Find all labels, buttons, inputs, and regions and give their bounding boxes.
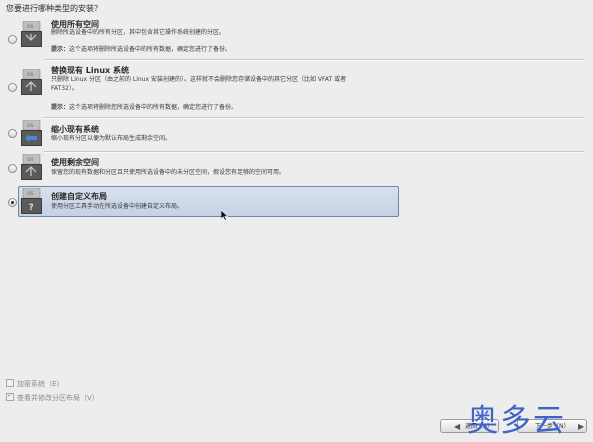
option-note: 提示：这个选项将删除您所选设备中的所有数据，确定您进行了备份。 <box>51 102 237 111</box>
option-use-free-space[interactable]: OS 使用剩余空间 保留您的现有数据和分区且只使用所选设备中的未分区空间，假设您… <box>0 153 593 185</box>
review-layout-checkbox[interactable] <box>6 391 14 401</box>
encrypt-system-row[interactable]: 加密系统（E） <box>6 379 63 389</box>
svg-text:OS: OS <box>27 157 34 163</box>
svg-text:?: ? <box>29 203 34 213</box>
note-text: 这个选项将删除您所选设备中的所有数据，确定您进行了备份。 <box>69 104 238 111</box>
drive-shrink-icon: OS <box>21 120 42 147</box>
svg-text:OS: OS <box>27 191 34 197</box>
option-note: 提示：这个选项将删除所选设备中的所有数据，确定您进行了备份。 <box>51 44 231 53</box>
option-description-line-1: 只删除 Linux 分区（由之前的 Linux 安装创建的）。这样就不会删除您存… <box>51 76 347 83</box>
radio-custom-layout[interactable] <box>8 198 17 207</box>
option-description: 保留您的现有数据和分区且只使用所选设备中的未分区空间，假设您有足够的空间可用。 <box>51 169 286 176</box>
drive-free-space-icon: OS <box>21 154 42 181</box>
custom-layout-icon: OS ? <box>21 188 42 215</box>
option-description: 使用分区工具手动在所选设备中创建自定义布局。 <box>51 203 184 210</box>
radio-shrink-current[interactable] <box>8 129 17 138</box>
option-description: 删除所选设备中的所有分区，其中包含其它操作系统创建的分区。 <box>51 29 226 36</box>
mouse-pointer-icon <box>220 206 229 225</box>
option-use-all-space[interactable]: OS 使用所有空间 删除所选设备中的所有分区，其中包含其它操作系统创建的分区。 … <box>0 17 593 59</box>
option-description: 缩小现有分区以便为默认布局生成剩余空间。 <box>51 135 172 142</box>
option-divider <box>44 117 584 119</box>
drive-replace-icon: OS <box>21 69 42 96</box>
review-layout-row[interactable]: 查看并修改分区布局（V） <box>6 391 99 403</box>
svg-text:OS: OS <box>27 123 34 129</box>
review-layout-label: 查看并修改分区布局（V） <box>17 394 99 402</box>
note-text: 这个选项将删除所选设备中的所有数据，确定您进行了备份。 <box>69 46 232 53</box>
encrypt-system-label: 加密系统（E） <box>17 380 64 388</box>
watermark-text: 奥多云 <box>467 403 566 439</box>
installer-window: 您要进行哪种类型的安装？ OS 使用所有空间 删除所选设备中的所有分区，其中包含… <box>0 0 593 442</box>
option-title: 创建自定义布局 <box>51 192 107 201</box>
svg-text:OS: OS <box>27 72 34 78</box>
svg-text:OS: OS <box>27 24 34 30</box>
radio-replace-linux[interactable] <box>8 83 17 92</box>
option-description-line-2: FAT32）。 <box>51 85 78 92</box>
note-label: 提示： <box>51 104 70 111</box>
option-title: 使用剩余空间 <box>51 158 99 167</box>
option-replace-linux[interactable]: OS 替换现有 Linux 系统 只删除 Linux 分区（由之前的 Linux… <box>0 62 593 118</box>
installation-type-question: 您要进行哪种类型的安装？ <box>6 4 102 13</box>
encrypt-system-checkbox[interactable] <box>6 379 14 387</box>
option-divider <box>44 59 584 61</box>
radio-use-free-space[interactable] <box>8 164 17 173</box>
option-shrink-current[interactable]: OS 缩小现有系统 缩小现有分区以便为默认布局生成剩余空间。 <box>0 120 593 152</box>
radio-use-all-space[interactable] <box>8 35 17 44</box>
drive-delete-icon: OS <box>21 21 42 48</box>
arrow-right-icon: ▶ <box>578 422 585 431</box>
option-custom-layout[interactable]: OS ? 创建自定义布局 使用分区工具手动在所选设备中创建自定义布局。 <box>0 187 593 215</box>
arrow-left-icon: ◀ <box>454 422 461 431</box>
note-label: 提示： <box>51 46 70 53</box>
